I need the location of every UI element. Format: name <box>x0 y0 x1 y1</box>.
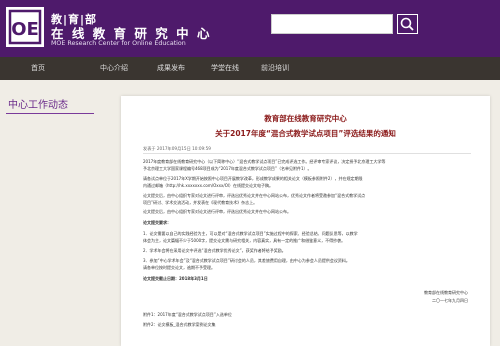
search-button[interactable] <box>397 14 418 34</box>
signature-date: 二〇一七年九月四日 <box>432 298 468 303</box>
search-input[interactable] <box>271 14 393 34</box>
paragraph: 3．参加“中心学术年会”及“混合式教学试点项目”研讨会的人员，其差旅费用自理，由… <box>143 258 350 263</box>
paragraph: 2017年度教育部在线教育研究中心（以下简称中心）“混合式教学试点项目”已完成评… <box>143 159 386 164</box>
nav-item-xuetang[interactable]: 学堂在线 <box>200 57 250 80</box>
site-header: OE 教|育|部 在 线 教 育 研 究 中 心 MOE Research Ce… <box>0 0 500 57</box>
article-panel: 教育部在线教育研究中心 关于2017年度“混合式教学试点项目”评选结果的通知 发… <box>121 96 490 346</box>
sidebar-title: 中心工作动态 <box>8 100 68 111</box>
paragraph: 项目”研讨、学术交流活动，并发表在《现代教育技术》杂志上。 <box>143 200 258 205</box>
article-meta: 发表于 2017年09月15日 10:09:59 <box>143 146 211 151</box>
section-heading: 论文提交要求： <box>143 220 171 225</box>
paragraph: 请各单位按时提交论文，逾期不予受理。 <box>143 265 215 270</box>
attachment-link[interactable]: 附件1：2017年度“混合式教学试点项目”入选单位 <box>143 312 473 318</box>
svg-text:OE: OE <box>11 19 39 40</box>
paragraph: 内通过邮箱（http://hk.xxxxxxx.com/Oxxx/Ol）在线提交… <box>143 183 273 188</box>
article-subtitle: 关于2017年度“混合式教学试点项目”评选结果的通知 <box>215 129 396 138</box>
nav-item-training[interactable]: 前沿培训 <box>250 57 300 80</box>
paragraph: 请各试点单位于2017年X学期开始按照中心项目开展教学改革，形成教学成果的相关论… <box>143 176 363 181</box>
attachment-link[interactable]: 附件2：论文模板_混合式教学案例论文集 <box>143 322 473 328</box>
paragraph: 论文提交后，由中心组织专家对论文进行评审，评选出优秀论文并在中心网站公布。 <box>143 209 291 214</box>
paragraph: 1．论文需要以自己的实践经验为主，可以是对“混合式教学试点项目”实施过程中的探索… <box>143 231 358 236</box>
article-divider <box>143 153 471 154</box>
nav-item-results[interactable]: 成果发布 <box>147 57 195 80</box>
article-title: 教育部在线教育研究中心 <box>264 114 347 123</box>
search-icon <box>400 17 414 31</box>
paragraph: 论文提交后，由中心组织专家对论文进行评审，评选出优秀论文并在中心网站公布，优秀论… <box>143 193 366 198</box>
deadline-text: 论文提交截止日期：2018年3月1日 <box>143 276 208 281</box>
nav-item-home[interactable]: 首页 <box>18 57 58 80</box>
sidebar-divider <box>6 113 94 114</box>
moe-logo-icon[interactable]: OE <box>6 7 44 47</box>
paragraph: 2．学术年会将在采用论文中评选“混合式教学优秀论文”，获奖作者将给予奖励。 <box>143 248 286 253</box>
paragraph: 予北京理工大学国家课程编号468项目成为“2017年度混合式教学试点项目”（名单… <box>143 166 312 171</box>
nav-item-about[interactable]: 中心介绍 <box>90 57 138 80</box>
main-nav: 首页 中心介绍 成果发布 学堂在线 前沿培训 <box>0 57 500 80</box>
paragraph: 体会为主，论文篇幅不少于5000字，提交论文需与研究相关，内容真实，具有一定的推… <box>143 238 346 243</box>
site-subtitle: MOE Research Center for Online Education <box>51 40 186 47</box>
signature-org: 教育部在线教育研究中心 <box>424 290 468 295</box>
